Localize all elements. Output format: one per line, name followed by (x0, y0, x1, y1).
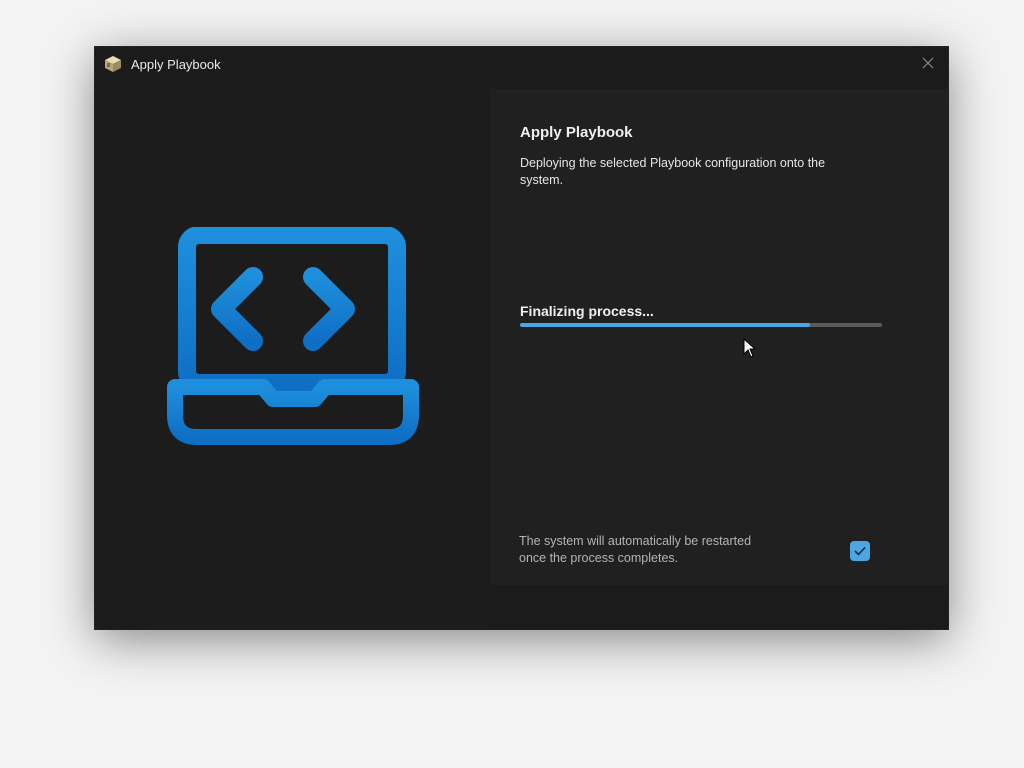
description-text: Deploying the selected Playbook configur… (520, 156, 826, 187)
title-bar[interactable]: Apply Playbook (95, 47, 948, 81)
mouse-cursor-icon (743, 338, 757, 358)
apply-playbook-window: Apply Playbook Apply Playbook Deploying … (95, 47, 948, 629)
restart-note: The system will automatically be restart… (519, 534, 752, 565)
laptop-code-icon (167, 227, 419, 445)
content-pane: Apply Playbook Deploying the selected Pl… (491, 89, 948, 585)
illustration-pane (95, 81, 491, 629)
close-icon (922, 57, 934, 69)
checkmark-icon (854, 546, 866, 556)
auto-restart-checkbox[interactable] (850, 541, 870, 561)
progress-bar-fill (520, 323, 810, 327)
close-button[interactable] (918, 53, 938, 73)
progress-bar (520, 323, 882, 327)
page-title: Apply Playbook (520, 124, 633, 141)
status-text: Finalizing process... (520, 303, 654, 319)
playbook-box-icon (105, 56, 121, 72)
window-title: Apply Playbook (131, 57, 221, 72)
